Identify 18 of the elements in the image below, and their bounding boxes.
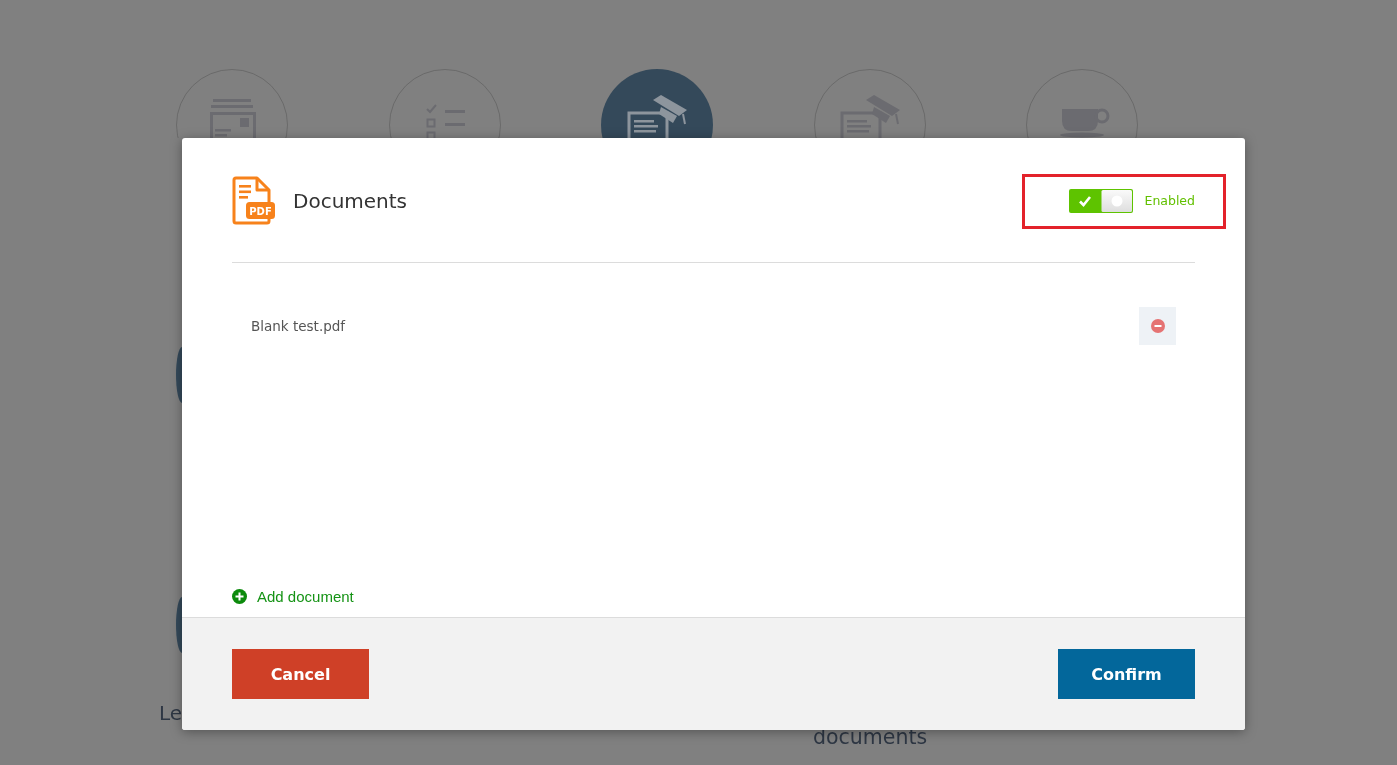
cancel-button[interactable]: Cancel [232, 649, 369, 699]
step-label: Le [159, 701, 183, 725]
toggle-label: Enabled [1144, 193, 1195, 208]
postcard-icon[interactable] [176, 69, 288, 138]
step-label: documents [813, 725, 928, 749]
teacup-icon[interactable] [1026, 69, 1138, 138]
file-name: Blank test.pdf [251, 318, 346, 334]
circle-edge [176, 347, 182, 403]
checklist-icon[interactable] [388, 69, 501, 138]
confirm-button[interactable]: Confirm [1058, 649, 1195, 699]
toggle-switch[interactable] [1069, 188, 1134, 213]
remove-button[interactable] [1139, 307, 1176, 345]
circle-edge [176, 597, 182, 653]
plus-circle-icon [232, 589, 247, 604]
add-document-link[interactable]: Add document [232, 588, 354, 605]
dialog-title: Documents [293, 188, 408, 213]
minus-circle-icon [1150, 319, 1165, 333]
certificate-icon[interactable] [601, 69, 713, 138]
